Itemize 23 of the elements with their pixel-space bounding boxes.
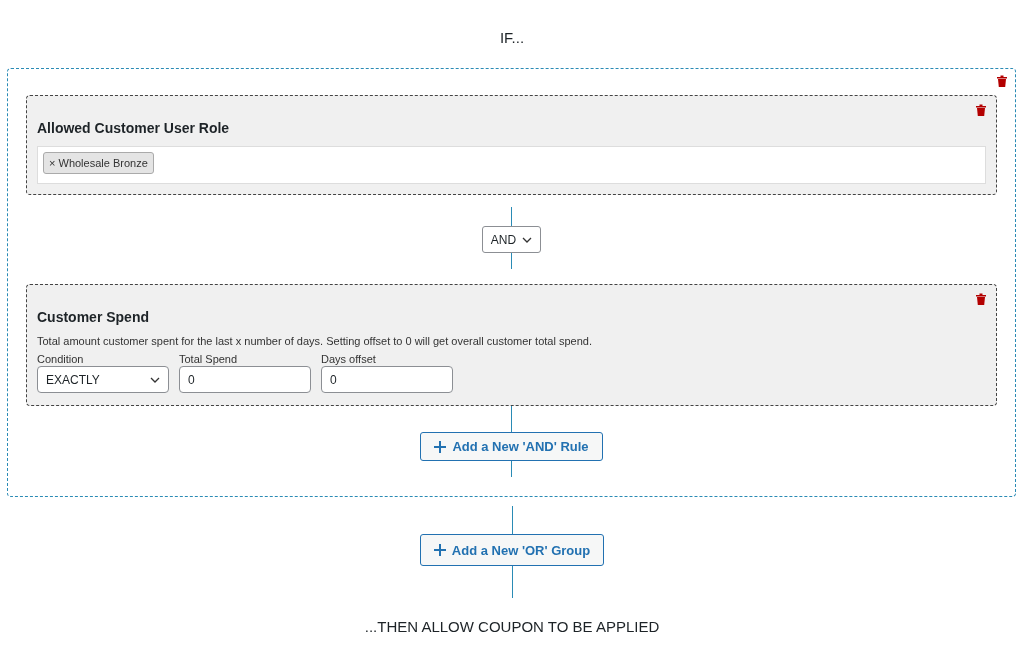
plus-icon (433, 544, 446, 556)
trash-icon[interactable] (976, 104, 986, 116)
field-label: Condition (37, 353, 85, 365)
trash-icon[interactable] (976, 293, 986, 305)
input-field[interactable]: 0 (179, 366, 311, 393)
chevron-down-icon (150, 376, 160, 383)
chevron-down-icon (522, 236, 533, 243)
rule-title: Allowed Customer User Role (37, 120, 231, 136)
rule-title: Customer Spend (37, 309, 150, 325)
field-label: Days offset (321, 353, 377, 365)
input-field[interactable]: 0 (321, 366, 453, 393)
add-rule-button[interactable]: Add a New 'AND' Rule (420, 432, 603, 461)
add-group-button[interactable]: Add a New 'OR' Group (419, 534, 605, 566)
role-tag[interactable]: × Wholesale Bronze (43, 152, 154, 174)
rule-description: Total amount customer spent for the last x number of days. Setting offset to 0 will get overall customer total spend. (37, 335, 593, 347)
condition-select[interactable]: EXACTLY (37, 366, 169, 393)
plus-icon (434, 440, 447, 453)
logic-select[interactable]: AND (481, 226, 542, 253)
trash-icon[interactable] (997, 75, 1007, 87)
then-footer: ...THEN ALLOW COUPON TO BE APPLIED (364, 618, 660, 635)
field-label: Total Spend (179, 353, 239, 365)
if-heading: IF... (499, 29, 525, 46)
tag-field[interactable]: × Wholesale Bronze (37, 146, 986, 184)
